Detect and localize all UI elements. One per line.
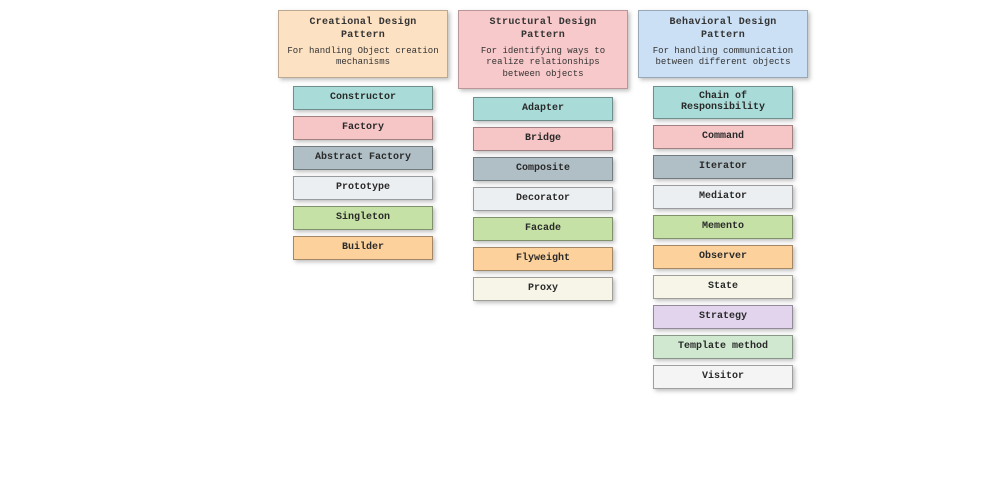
- pattern-composite: Composite: [473, 157, 613, 181]
- pattern-builder: Builder: [293, 236, 433, 260]
- list-item: Constructor: [278, 86, 448, 110]
- list-item: Decorator: [458, 187, 628, 211]
- list-item: Mediator: [638, 185, 808, 209]
- pattern-command: Command: [653, 125, 793, 149]
- list-item: Bridge: [458, 127, 628, 151]
- list-item: Observer: [638, 245, 808, 269]
- list-item: Facade: [458, 217, 628, 241]
- header-structural: Structural Design Pattern For identifyin…: [458, 10, 628, 89]
- list-item: Template method: [638, 335, 808, 359]
- header-desc: For handling Object creation mechanisms: [285, 46, 441, 69]
- pattern-chain-of-responsibility: Chain of Responsibility: [653, 86, 793, 119]
- header-title: Creational Design Pattern: [285, 17, 441, 42]
- list-item: Iterator: [638, 155, 808, 179]
- list-item: Visitor: [638, 365, 808, 389]
- pattern-observer: Observer: [653, 245, 793, 269]
- list-item: Composite: [458, 157, 628, 181]
- pattern-factory: Factory: [293, 116, 433, 140]
- column-structural: Structural Design Pattern For identifyin…: [458, 10, 628, 301]
- header-behavioral: Behavioral Design Pattern For handling c…: [638, 10, 808, 78]
- header-desc: For identifying ways to realize relation…: [465, 46, 621, 80]
- pattern-constructor: Constructor: [293, 86, 433, 110]
- pattern-iterator: Iterator: [653, 155, 793, 179]
- column-behavioral: Behavioral Design Pattern For handling c…: [638, 10, 808, 389]
- list-item: Chain of Responsibility: [638, 86, 808, 119]
- pattern-abstract-factory: Abstract Factory: [293, 146, 433, 170]
- list-item: Factory: [278, 116, 448, 140]
- list-item: Abstract Factory: [278, 146, 448, 170]
- list-item: Command: [638, 125, 808, 149]
- pattern-facade: Facade: [473, 217, 613, 241]
- pattern-proxy: Proxy: [473, 277, 613, 301]
- pattern-memento: Memento: [653, 215, 793, 239]
- pattern-template-method: Template method: [653, 335, 793, 359]
- pattern-strategy: Strategy: [653, 305, 793, 329]
- header-title: Behavioral Design Pattern: [645, 17, 801, 42]
- pattern-mediator: Mediator: [653, 185, 793, 209]
- pattern-decorator: Decorator: [473, 187, 613, 211]
- pattern-visitor: Visitor: [653, 365, 793, 389]
- list-item: Singleton: [278, 206, 448, 230]
- column-creational: Creational Design Pattern For handling O…: [278, 10, 448, 260]
- pattern-bridge: Bridge: [473, 127, 613, 151]
- list-item: Proxy: [458, 277, 628, 301]
- header-creational: Creational Design Pattern For handling O…: [278, 10, 448, 78]
- header-desc: For handling communication between diffe…: [645, 46, 801, 69]
- list-item: Adapter: [458, 97, 628, 121]
- header-title: Structural Design Pattern: [465, 17, 621, 42]
- list-item: Flyweight: [458, 247, 628, 271]
- list-item: State: [638, 275, 808, 299]
- list-item: Builder: [278, 236, 448, 260]
- pattern-adapter: Adapter: [473, 97, 613, 121]
- list-item: Memento: [638, 215, 808, 239]
- pattern-flyweight: Flyweight: [473, 247, 613, 271]
- list-item: Strategy: [638, 305, 808, 329]
- pattern-singleton: Singleton: [293, 206, 433, 230]
- pattern-state: State: [653, 275, 793, 299]
- list-item: Prototype: [278, 176, 448, 200]
- diagram-canvas: Creational Design Pattern For handling O…: [0, 0, 1000, 500]
- pattern-prototype: Prototype: [293, 176, 433, 200]
